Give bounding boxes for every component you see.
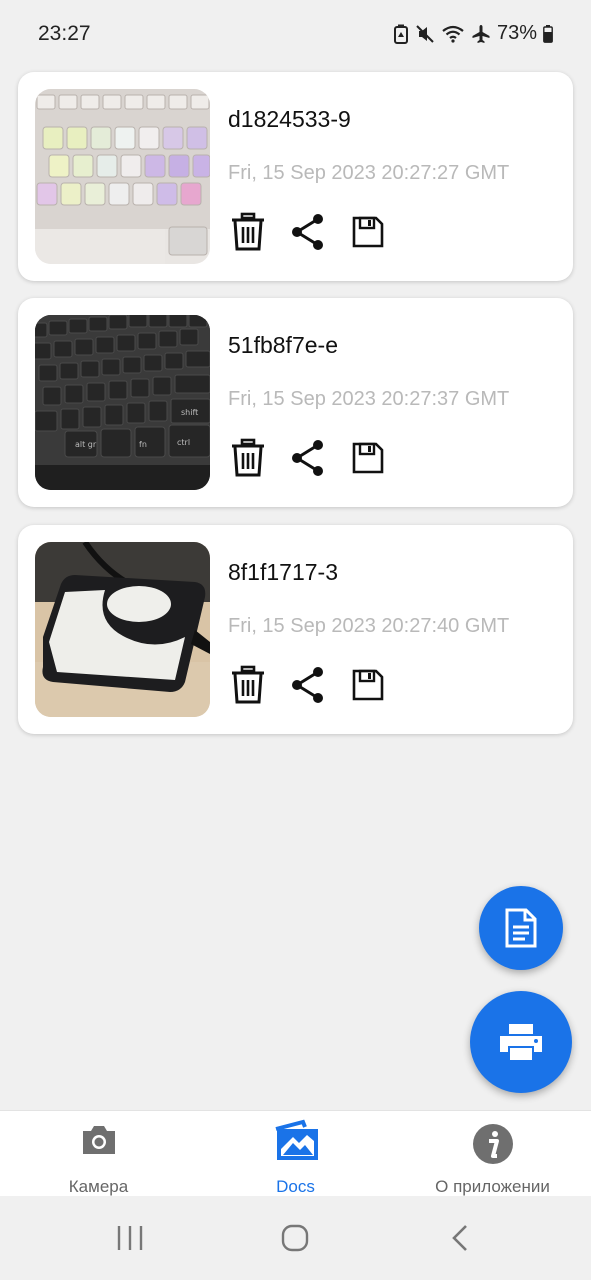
camera-icon <box>80 1123 118 1162</box>
document-thumbnail[interactable] <box>35 89 210 264</box>
floppy-save-icon <box>352 442 384 474</box>
svg-text:shift: shift <box>181 408 198 417</box>
save-button[interactable] <box>348 436 388 480</box>
nav-camera[interactable]: Камера <box>0 1111 197 1197</box>
battery-percent: 73% <box>496 22 537 44</box>
document-thumbnail[interactable] <box>35 542 210 717</box>
document-name: 8f1f1717-3 <box>228 559 338 585</box>
status-icons: 73% <box>393 22 553 45</box>
share-button[interactable] <box>288 663 328 707</box>
share-icon <box>292 440 323 476</box>
bottom-navigation: Камера Docs О приложении <box>0 1110 591 1197</box>
trash-icon <box>232 438 264 477</box>
svg-text:ctrl: ctrl <box>177 438 190 447</box>
home-icon <box>281 1224 309 1252</box>
document-actions <box>228 210 388 254</box>
mute-icon <box>415 24 435 44</box>
back-icon <box>452 1225 467 1251</box>
status-bar: 23:27 73% <box>0 0 591 70</box>
delete-button[interactable] <box>228 436 268 480</box>
battery-saver-icon <box>393 24 409 44</box>
save-button[interactable] <box>348 663 388 707</box>
create-document-fab[interactable] <box>479 886 563 970</box>
delete-button[interactable] <box>228 663 268 707</box>
document-actions <box>228 436 388 480</box>
share-button[interactable] <box>288 436 328 480</box>
document-actions <box>228 663 388 707</box>
back-button[interactable] <box>450 1224 472 1257</box>
print-fab[interactable] <box>470 991 572 1093</box>
document-date: Fri, 15 Sep 2023 20:27:37 GMT <box>228 388 510 410</box>
nav-about[interactable]: О приложении <box>394 1111 591 1197</box>
share-icon <box>292 214 323 250</box>
document-thumbnail[interactable]: alt gr fn ctrl shift <box>35 315 210 490</box>
document-name: d1824533-9 <box>228 106 351 132</box>
status-time: 23:27 <box>38 22 91 45</box>
recent-apps-icon <box>117 1226 143 1250</box>
document-name: 51fb8f7e-e <box>228 332 338 358</box>
document-card[interactable]: 8f1f1717-3 Fri, 15 Sep 2023 20:27:40 GMT <box>18 525 573 734</box>
document-date: Fri, 15 Sep 2023 20:27:40 GMT <box>228 615 510 637</box>
trash-icon <box>232 212 264 251</box>
printer-icon <box>500 1024 542 1060</box>
home-button[interactable] <box>281 1224 309 1257</box>
floppy-save-icon <box>352 669 384 701</box>
info-icon <box>472 1123 514 1170</box>
svg-text:alt gr: alt gr <box>75 440 97 449</box>
delete-button[interactable] <box>228 210 268 254</box>
svg-text:fn: fn <box>139 440 147 449</box>
document-card[interactable]: alt gr fn ctrl shift 51fb8f7e-e Fri, 15 Sep… <box>18 298 573 507</box>
nav-docs-label: Docs <box>276 1177 315 1196</box>
recent-apps-button[interactable] <box>116 1224 144 1257</box>
floppy-save-icon <box>352 216 384 248</box>
document-icon <box>505 908 537 948</box>
images-icon <box>273 1119 319 1166</box>
airplane-icon <box>471 24 491 44</box>
system-navigation-bar <box>0 1196 591 1280</box>
document-card[interactable]: d1824533-9 Fri, 15 Sep 2023 20:27:27 GMT <box>18 72 573 281</box>
share-icon <box>292 667 323 703</box>
nav-about-label: О приложении <box>435 1177 550 1196</box>
nav-camera-label: Камера <box>68 1177 129 1196</box>
wifi-icon <box>441 24 465 44</box>
nav-docs[interactable]: Docs <box>197 1111 394 1197</box>
document-date: Fri, 15 Sep 2023 20:27:27 GMT <box>228 162 510 184</box>
save-button[interactable] <box>348 210 388 254</box>
trash-icon <box>232 665 264 704</box>
battery-icon <box>543 24 553 43</box>
share-button[interactable] <box>288 210 328 254</box>
